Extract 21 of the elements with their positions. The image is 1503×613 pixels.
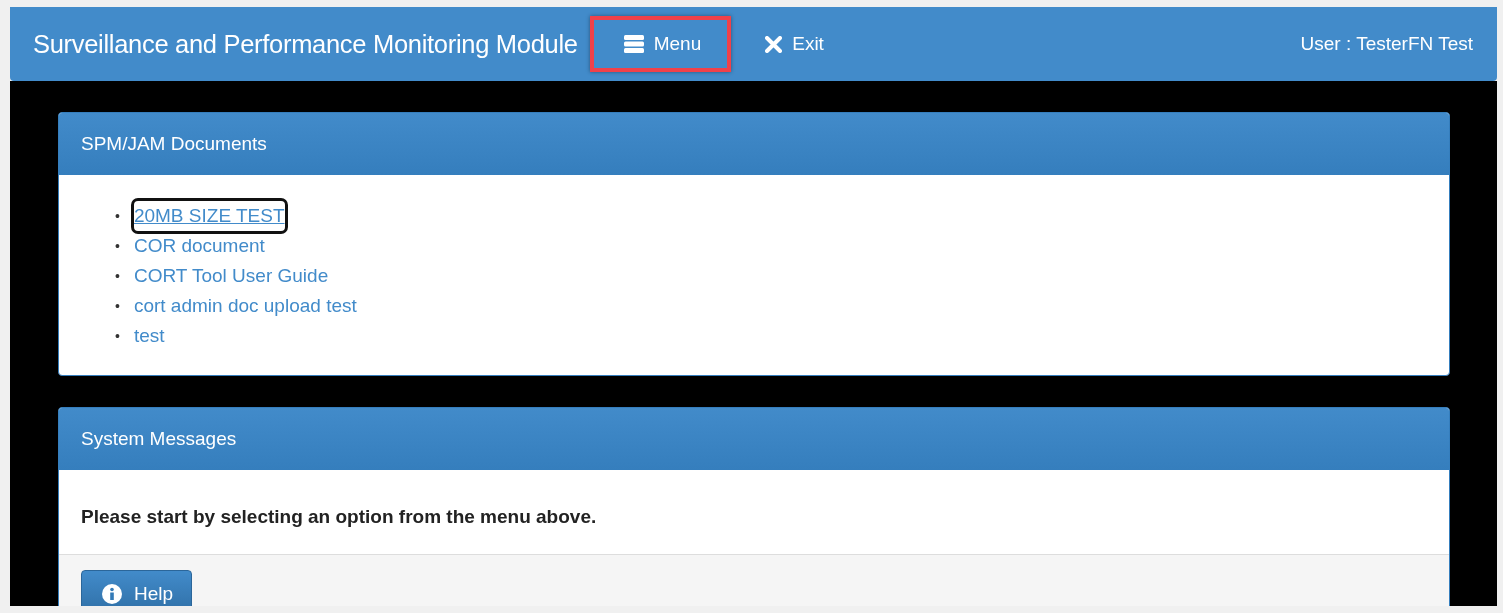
- bullet: •: [115, 267, 120, 286]
- panel-title: System Messages: [59, 408, 1449, 470]
- panel-title: SPM/JAM Documents: [59, 113, 1449, 175]
- bullet: •: [115, 207, 120, 226]
- bullet: •: [115, 297, 120, 316]
- stack-icon: [623, 35, 644, 53]
- system-message: Please start by selecting an option from the menu above.: [80, 505, 598, 529]
- user-label: User : TesterFN Test: [1300, 33, 1473, 55]
- app-title: Surveillance and Performance Monitoring Module: [33, 29, 578, 59]
- document-link[interactable]: COR document: [133, 231, 265, 261]
- close-icon: [765, 35, 783, 53]
- document-link[interactable]: cort admin doc upload test: [133, 291, 357, 321]
- bullet: •: [115, 237, 120, 256]
- help-button[interactable]: Help: [81, 570, 193, 606]
- document-link[interactable]: 20MB SIZE TEST: [133, 201, 285, 231]
- document-link[interactable]: test: [133, 321, 165, 351]
- bullet: •: [115, 327, 120, 346]
- document-link[interactable]: CORT Tool User Guide: [133, 261, 329, 291]
- menu-link[interactable]: Menu: [589, 16, 732, 72]
- exit-link[interactable]: Exit: [731, 16, 854, 72]
- info-icon: [102, 584, 122, 604]
